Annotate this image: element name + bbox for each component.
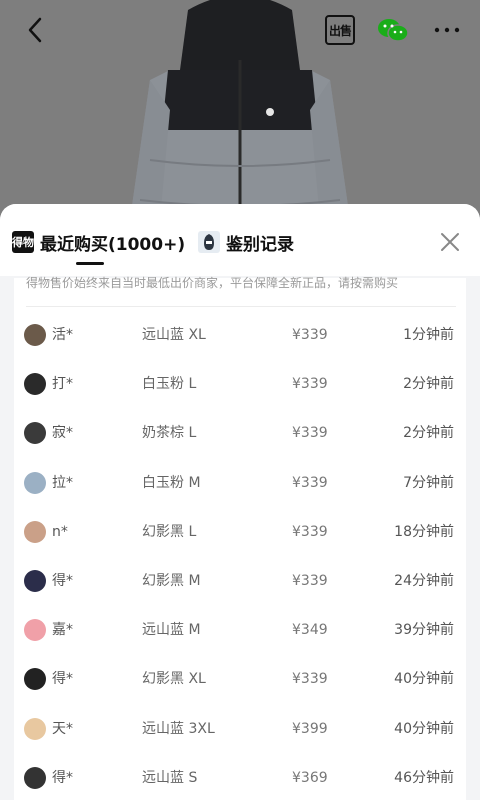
tab-recent-purchases-label: 最近购买(1000+) <box>40 234 186 255</box>
recent-purchases-sheet: 得物 最近购买(1000+) 鉴别记录 得物售价始终来自当时最低出价商家，平台保… <box>0 204 480 800</box>
avatar <box>24 324 46 346</box>
buyer-name: 嘉* <box>52 622 73 639</box>
purchase-time: 1分钟前 <box>403 327 454 343</box>
purchase-row: 得* 幻影黑 XL ¥339 40分钟前 <box>14 660 466 709</box>
purchase-time: 24分钟前 <box>394 573 454 589</box>
purchase-row: 拉* 白玉粉 M ¥339 7分钟前 <box>14 464 466 513</box>
purchase-price: ¥349 <box>292 622 328 639</box>
product-spec: 远山蓝 M <box>142 622 201 639</box>
price-notice: 得物售价始终来自当时最低出价商家，平台保障全新正品，请按需购买 <box>26 276 399 290</box>
buyer-name: 得* <box>52 573 73 589</box>
purchase-price: ¥399 <box>292 720 328 737</box>
purchase-time: 2分钟前 <box>403 376 454 393</box>
product-spec: 幻影黑 XL <box>142 671 206 688</box>
purchase-price: ¥339 <box>292 376 328 393</box>
purchase-time: 18分钟前 <box>394 523 454 540</box>
avatar <box>24 717 46 740</box>
purchase-row: 寂* 奶茶棕 L ¥339 2分钟前 <box>14 414 466 463</box>
buyer-name: 天* <box>52 720 73 737</box>
purchase-time: 39分钟前 <box>394 622 454 639</box>
purchase-row: 嘉* 远山蓝 M ¥349 39分钟前 <box>14 611 466 660</box>
purchase-price: ¥339 <box>292 523 328 540</box>
tab-authentication-records[interactable]: 鉴别记录 <box>198 228 294 256</box>
purchase-row: n* 幻影黑 L ¥339 18分钟前 <box>14 513 466 562</box>
avatar <box>24 619 46 642</box>
chevron-left-icon <box>28 17 42 43</box>
product-spec: 奶茶棕 L <box>142 425 197 442</box>
sell-icon: 出售 <box>325 15 355 45</box>
avatar <box>24 766 46 789</box>
sell-button[interactable]: 出售 <box>322 12 358 48</box>
purchase-row: 得* 远山蓝 S ¥369 46分钟前 <box>14 759 466 800</box>
buyer-name: 得* <box>52 671 73 688</box>
purchase-row: 打* 白玉粉 L ¥339 2分钟前 <box>14 365 466 414</box>
purchase-time: 40分钟前 <box>394 720 454 737</box>
purchase-list: 得物售价始终来自当时最低出价商家，平台保障全新正品，请按需购买 活* 远山蓝 XL… <box>14 276 466 800</box>
purchase-price: ¥339 <box>292 474 328 491</box>
divider <box>26 306 456 307</box>
product-spec: 远山蓝 S <box>142 769 198 786</box>
more-icon <box>434 27 460 33</box>
purchase-time: 2分钟前 <box>403 425 454 442</box>
avatar <box>24 520 46 543</box>
avatar <box>24 373 46 396</box>
wechat-icon <box>378 19 409 42</box>
authentication-icon <box>198 231 220 253</box>
purchase-price: ¥339 <box>292 671 328 688</box>
buyer-name: 得* <box>52 769 73 786</box>
avatar <box>24 471 46 494</box>
purchase-time: 7分钟前 <box>403 474 454 491</box>
active-tab-indicator <box>76 262 104 265</box>
avatar <box>24 668 46 691</box>
product-spec: 幻影黑 M <box>142 573 201 589</box>
purchase-price: ¥339 <box>292 573 328 589</box>
tab-recent-purchases[interactable]: 得物 最近购买(1000+) <box>12 228 185 256</box>
dewu-logo-icon: 得物 <box>12 231 34 253</box>
purchase-price: ¥339 <box>292 327 328 343</box>
purchase-price: ¥369 <box>292 769 328 786</box>
product-spec: 幻影黑 L <box>142 523 197 540</box>
buyer-name: 拉* <box>52 474 73 491</box>
top-bar: 出售 <box>0 0 480 64</box>
purchase-row: 天* 远山蓝 3XL ¥399 40分钟前 <box>14 710 466 759</box>
back-button[interactable] <box>18 12 52 48</box>
purchase-price: ¥339 <box>292 425 328 442</box>
product-spec: 远山蓝 3XL <box>142 720 215 737</box>
buyer-name: 活* <box>52 327 73 343</box>
buyer-name: n* <box>52 523 68 540</box>
purchase-time: 46分钟前 <box>394 769 454 786</box>
buyer-name: 打* <box>52 376 73 393</box>
avatar <box>24 570 46 592</box>
more-button[interactable] <box>430 12 464 48</box>
tab-authentication-records-label: 鉴别记录 <box>226 234 294 255</box>
avatar <box>24 422 46 445</box>
product-spec: 白玉粉 L <box>142 376 197 393</box>
product-spec: 白玉粉 M <box>142 474 201 491</box>
close-icon <box>441 233 459 251</box>
wechat-share-button[interactable] <box>374 12 412 48</box>
purchase-row: 活* 远山蓝 XL ¥339 1分钟前 <box>14 316 466 365</box>
purchase-time: 40分钟前 <box>394 671 454 688</box>
close-button[interactable] <box>436 228 464 256</box>
buyer-name: 寂* <box>52 425 73 442</box>
product-spec: 远山蓝 XL <box>142 327 206 343</box>
purchase-row: 得* 幻影黑 M ¥339 24分钟前 <box>14 562 466 611</box>
sheet-header: 得物 最近购买(1000+) 鉴别记录 <box>0 204 480 276</box>
